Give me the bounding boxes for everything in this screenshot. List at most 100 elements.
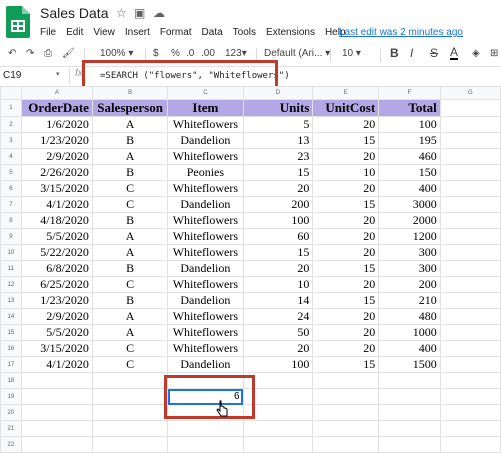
row-number[interactable]: 13	[0, 292, 22, 309]
menu-view[interactable]: View	[93, 27, 115, 38]
paint-format-icon[interactable]: 🖌	[62, 48, 75, 59]
percent-button[interactable]: %	[171, 48, 180, 59]
table-cell[interactable]: B	[91, 164, 169, 181]
table-cell[interactable]: 3/15/2020	[20, 340, 93, 357]
table-cell[interactable]: 15	[312, 292, 380, 309]
table-cell[interactable]: A	[91, 324, 169, 341]
table-cell[interactable]: 20	[312, 244, 380, 261]
table-cell[interactable]: A	[91, 244, 169, 261]
borders-icon[interactable]: ⊞	[490, 48, 498, 59]
table-cell[interactable]: 5/5/2020	[20, 228, 93, 245]
table-cell[interactable]: Whiteflowers	[167, 148, 244, 165]
row-number[interactable]: 14	[0, 308, 22, 325]
cell[interactable]	[378, 420, 441, 437]
cell[interactable]	[242, 436, 314, 453]
cell[interactable]	[439, 228, 501, 245]
table-cell[interactable]: 460	[378, 148, 441, 165]
document-title[interactable]: Sales Data	[40, 5, 108, 21]
table-cell[interactable]: 1/23/2020	[20, 292, 93, 309]
zoom-select[interactable]: 100% ▾	[100, 48, 133, 59]
cell[interactable]	[91, 388, 169, 405]
font-select[interactable]: Default (Ari... ▾	[264, 48, 330, 59]
menu-insert[interactable]: Insert	[125, 27, 150, 38]
cell[interactable]	[20, 372, 93, 389]
font-size-select[interactable]: 10 ▾	[342, 48, 361, 59]
cell[interactable]	[242, 420, 314, 437]
row-number[interactable]: 7	[0, 196, 22, 213]
table-cell[interactable]: 100	[242, 212, 314, 229]
cell[interactable]	[378, 404, 441, 421]
table-cell[interactable]: 15	[312, 196, 380, 213]
table-cell[interactable]: Whiteflowers	[167, 212, 244, 229]
cell[interactable]	[439, 212, 501, 229]
row-number[interactable]: 2	[0, 116, 22, 133]
table-cell[interactable]: 4/1/2020	[20, 196, 93, 213]
table-cell[interactable]: 15	[312, 356, 380, 373]
header-cell-salesperson[interactable]: Salesperson	[91, 99, 169, 117]
text-color-button[interactable]: A	[450, 46, 459, 60]
cell[interactable]	[378, 436, 441, 453]
italic-button[interactable]: I	[410, 46, 413, 60]
currency-button[interactable]: $	[153, 48, 159, 59]
table-cell[interactable]: C	[91, 196, 169, 213]
column-header-b[interactable]: B	[91, 86, 169, 100]
row-number[interactable]: 17	[0, 356, 22, 373]
table-cell[interactable]: 20	[242, 260, 314, 277]
cell[interactable]	[439, 420, 501, 437]
cell[interactable]	[439, 292, 501, 309]
menu-tools[interactable]: Tools	[233, 27, 256, 38]
cell[interactable]	[20, 388, 93, 405]
header-cell-item[interactable]: Item	[167, 99, 244, 117]
table-cell[interactable]: 15	[312, 260, 380, 277]
table-cell[interactable]: 6/8/2020	[20, 260, 93, 277]
cell[interactable]	[167, 420, 244, 437]
column-header-a[interactable]: A	[20, 86, 93, 100]
row-number[interactable]: 3	[0, 132, 22, 149]
table-cell[interactable]: 4/18/2020	[20, 212, 93, 229]
table-cell[interactable]: 20	[312, 180, 380, 197]
cell[interactable]	[439, 148, 501, 165]
cell[interactable]	[439, 244, 501, 261]
table-cell[interactable]: A	[91, 308, 169, 325]
table-cell[interactable]: 5/22/2020	[20, 244, 93, 261]
bold-button[interactable]: B	[390, 46, 399, 60]
table-cell[interactable]: Whiteflowers	[167, 276, 244, 293]
cell[interactable]	[91, 372, 169, 389]
table-cell[interactable]: B	[91, 132, 169, 149]
table-cell[interactable]: B	[91, 292, 169, 309]
strikethrough-button[interactable]: S	[430, 46, 438, 60]
column-header-d[interactable]: D	[242, 86, 314, 100]
table-cell[interactable]: 5/5/2020	[20, 324, 93, 341]
table-cell[interactable]: Whiteflowers	[167, 180, 244, 197]
table-cell[interactable]: Dandelion	[167, 260, 244, 277]
table-cell[interactable]: Whiteflowers	[167, 324, 244, 341]
header-cell-total[interactable]: Total	[378, 99, 441, 117]
table-cell[interactable]: 195	[378, 132, 441, 149]
table-cell[interactable]: 1000	[378, 324, 441, 341]
cell[interactable]	[439, 99, 501, 117]
table-cell[interactable]: 6/25/2020	[20, 276, 93, 293]
cell[interactable]	[439, 164, 501, 181]
cell[interactable]	[439, 436, 501, 453]
table-cell[interactable]: 3000	[378, 196, 441, 213]
table-cell[interactable]: Dandelion	[167, 132, 244, 149]
table-cell[interactable]: B	[91, 260, 169, 277]
name-box-dropdown-icon[interactable]: ▾	[56, 70, 60, 78]
table-cell[interactable]: 1/23/2020	[20, 132, 93, 149]
table-cell[interactable]: Whiteflowers	[167, 116, 244, 133]
row-number[interactable]: 8	[0, 212, 22, 229]
row-number[interactable]: 12	[0, 276, 22, 293]
cell[interactable]	[439, 276, 501, 293]
cell[interactable]	[439, 132, 501, 149]
table-cell[interactable]: 400	[378, 340, 441, 357]
move-folder-icon[interactable]: ▣	[134, 6, 145, 20]
table-cell[interactable]: 2000	[378, 212, 441, 229]
table-cell[interactable]: 50	[242, 324, 314, 341]
cell[interactable]	[439, 388, 501, 405]
table-cell[interactable]: Dandelion	[167, 356, 244, 373]
table-cell[interactable]: A	[91, 148, 169, 165]
star-icon[interactable]: ☆	[116, 6, 127, 20]
row-number[interactable]: 22	[0, 436, 22, 453]
column-header-c[interactable]: C	[167, 86, 244, 100]
last-edit-link[interactable]: Last edit was 2 minutes ago	[339, 27, 463, 38]
